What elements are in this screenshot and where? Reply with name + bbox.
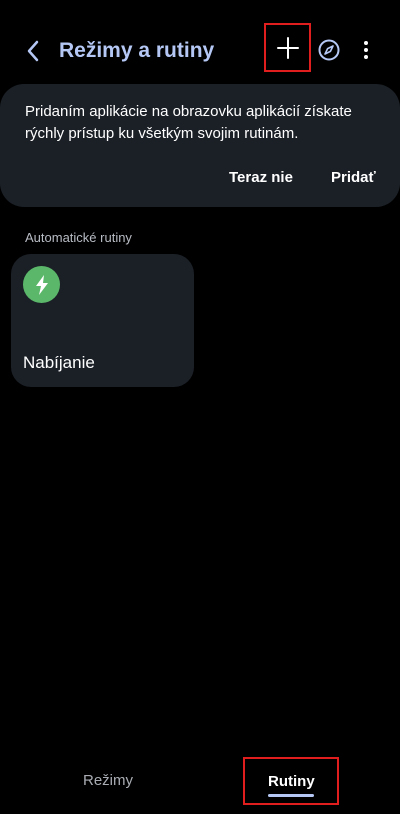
add-routine-button[interactable] [264, 23, 311, 72]
more-vertical-icon [364, 41, 368, 59]
tab-routines[interactable]: Rutiny [268, 770, 315, 794]
routine-name: Nabíjanie [23, 353, 95, 372]
add-button[interactable]: Pridať [331, 166, 376, 190]
discover-button[interactable] [315, 36, 343, 64]
routine-icon [23, 266, 60, 303]
more-options-button[interactable] [354, 36, 378, 64]
not-now-button[interactable]: Teraz nie [229, 166, 293, 190]
lightning-bolt-icon [35, 274, 48, 295]
chevron-left-icon [27, 40, 39, 62]
banner-message: Pridaním aplikácie na obrazovku aplikáci… [25, 103, 352, 142]
compass-icon [318, 39, 340, 61]
plus-icon [276, 36, 299, 59]
back-button[interactable] [18, 36, 48, 66]
section-title: Automatické rutiny [25, 230, 132, 245]
active-tab-indicator [268, 794, 314, 797]
tab-modes[interactable]: Režimy [83, 769, 133, 793]
routine-card-charging[interactable]: Nabíjanie [11, 254, 194, 387]
page-title: Režimy a rutiny [59, 39, 215, 62]
